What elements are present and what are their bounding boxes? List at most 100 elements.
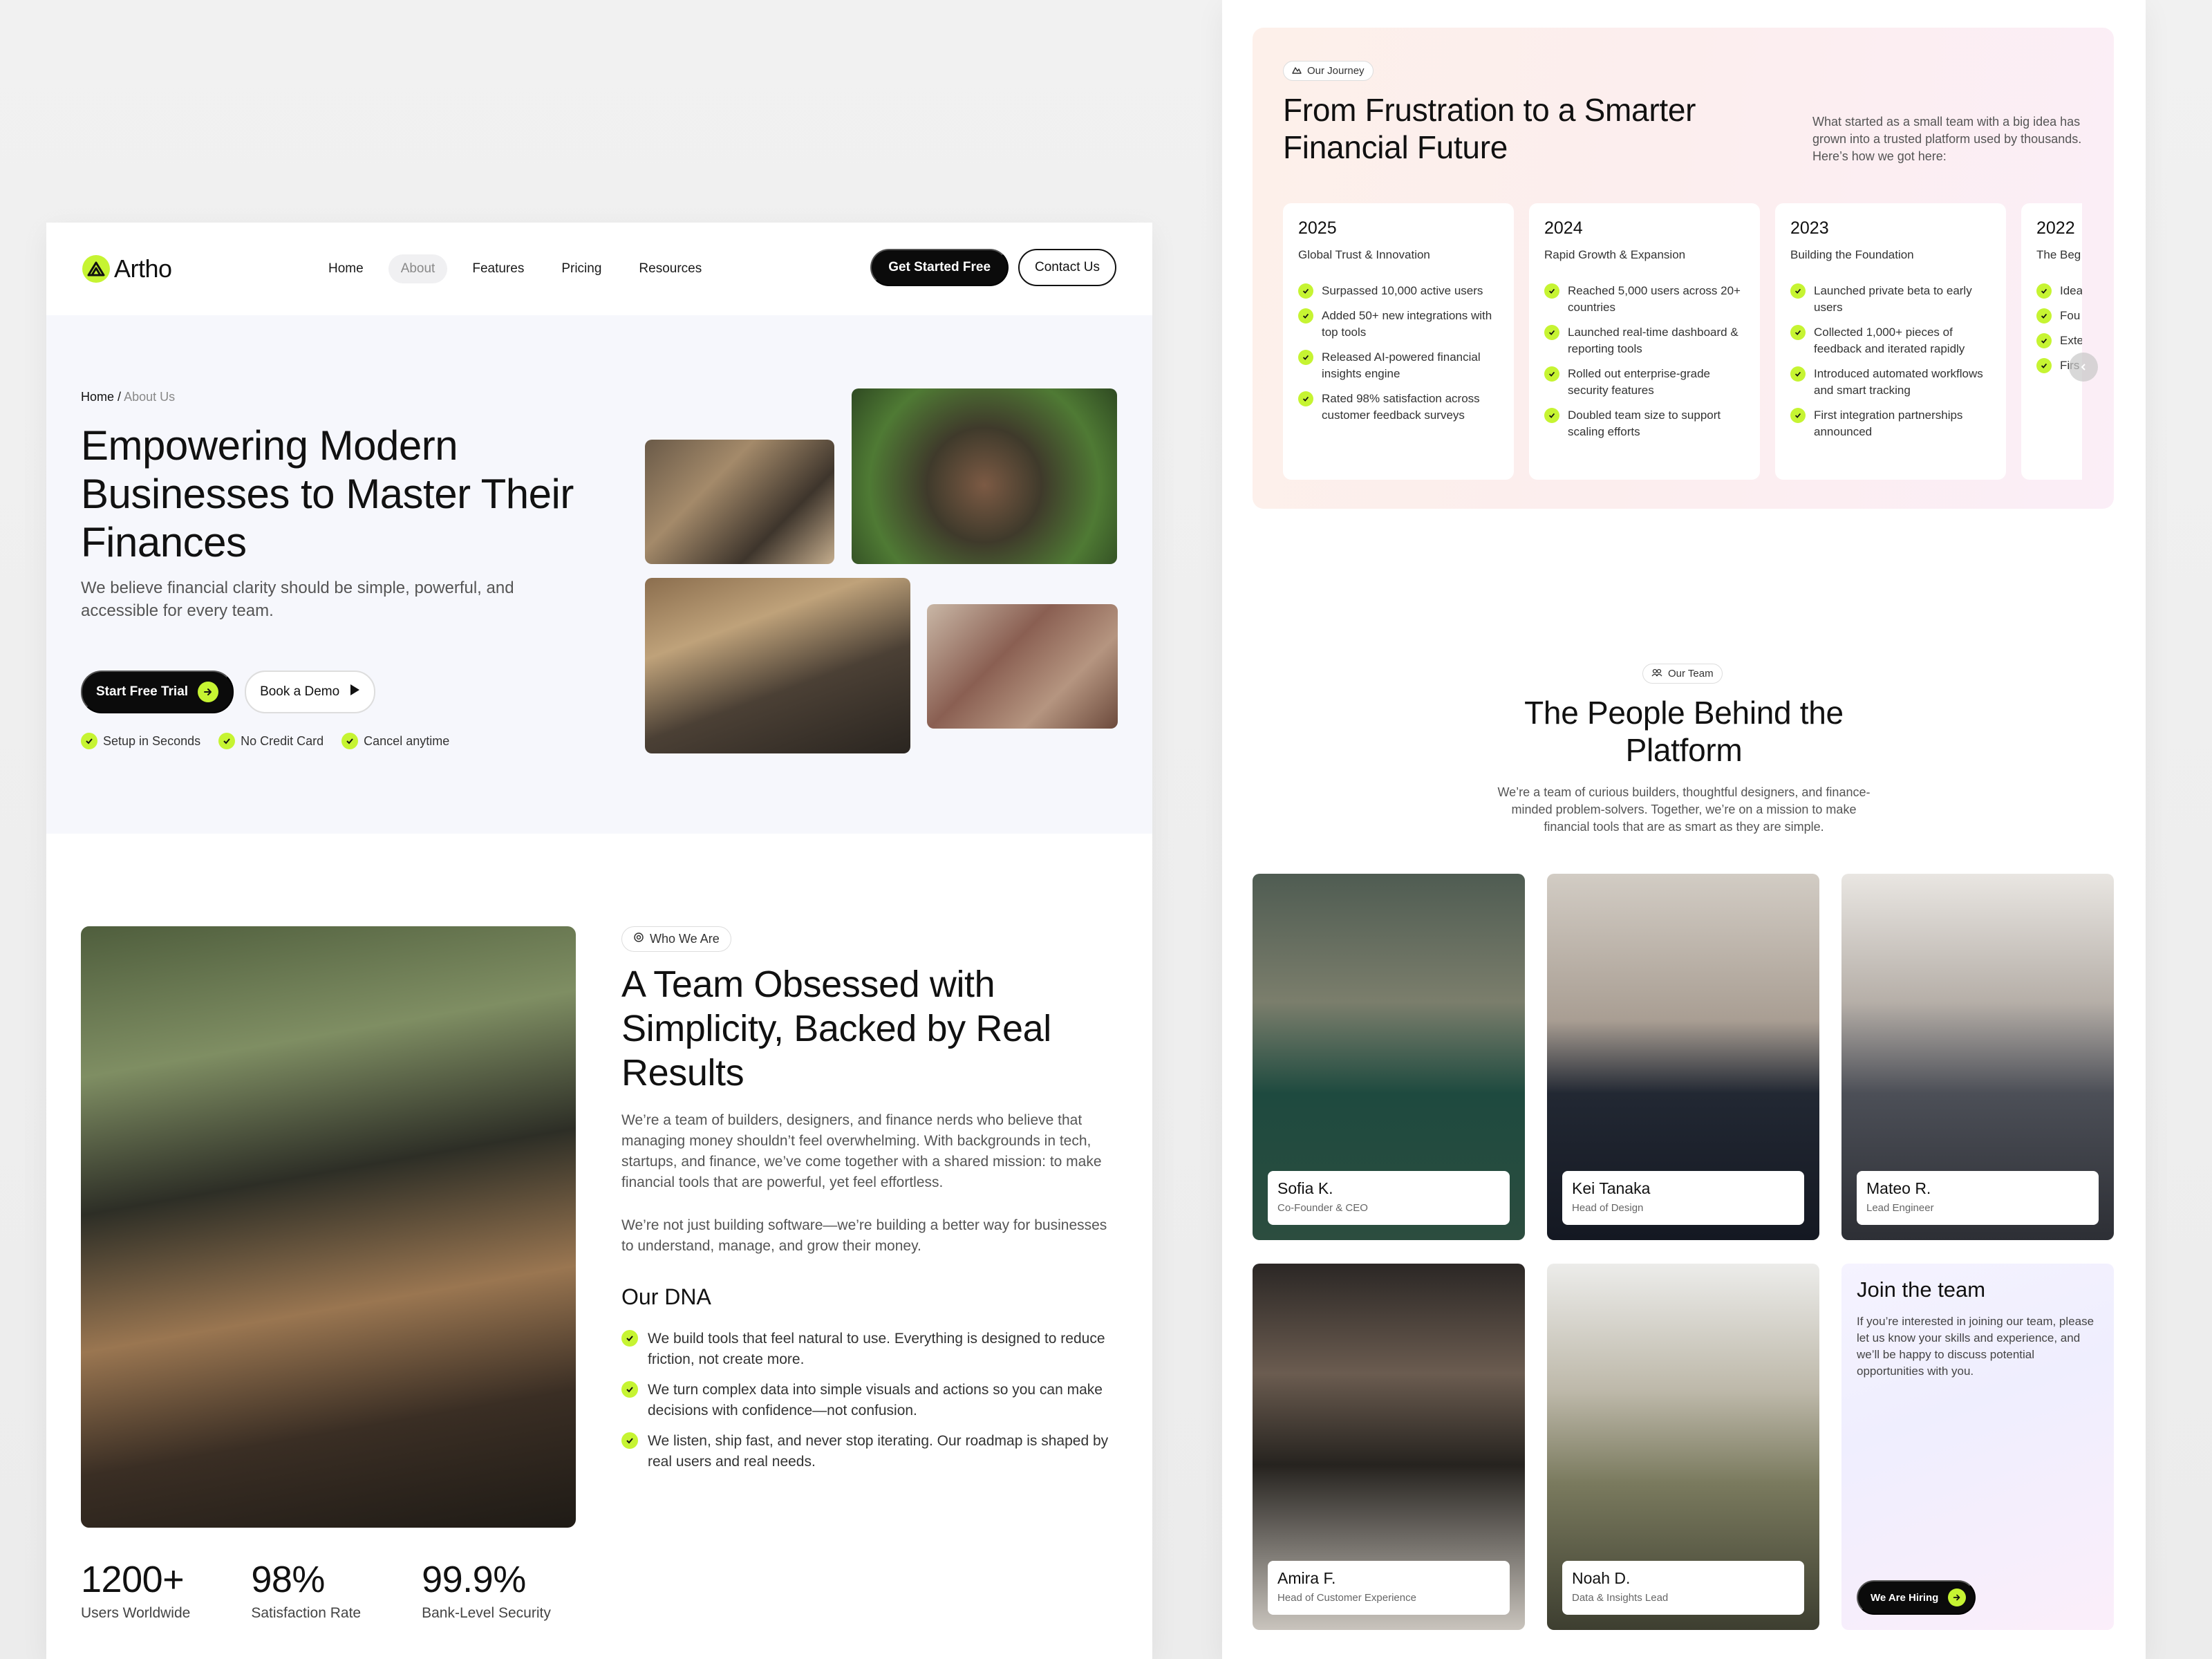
timeline-theme: Building the Foundation — [1790, 248, 1914, 261]
hero-photo-group-discussion — [927, 604, 1118, 729]
logo[interactable]: Artho — [82, 254, 172, 283]
journey-title: From Frustration to a Smarter Financial … — [1283, 92, 1696, 165]
nav-link-features[interactable]: Features — [460, 254, 536, 283]
contact-us-button[interactable]: Contact Us — [1018, 249, 1116, 286]
timeline-theme: The Beg — [2036, 248, 2081, 261]
team-card-sofia[interactable]: Sofia K. Co-Founder & CEO — [1253, 874, 1525, 1240]
who-title: A Team Obsessed with Simplicity, Backed … — [621, 964, 1051, 1094]
hero-photo-office-meeting — [645, 578, 910, 753]
dna-item: We listen, ship fast, and never stop ite… — [621, 1431, 1112, 1472]
timeline-item: Launched private beta to early users — [1790, 283, 1991, 316]
stats-row: 1200+ Users Worldwide 98% Satisfaction R… — [81, 1558, 551, 1622]
hero-checklist: Setup in Seconds No Credit Card Cancel a… — [81, 733, 449, 749]
nav-link-home[interactable]: Home — [316, 254, 376, 283]
nav-actions: Get Started Free Contact Us — [870, 249, 1116, 286]
team-member-role: Head of Design — [1572, 1202, 1644, 1214]
timeline-item: Launched real-time dashboard & reporting… — [1544, 324, 1745, 357]
check-icon — [1790, 366, 1806, 382]
timeline-item-text: Rolled out enterprise-grade security fea… — [1568, 367, 1711, 397]
stat-security: 99.9% Bank-Level Security — [422, 1558, 551, 1622]
timeline-theme: Global Trust & Innovation — [1298, 248, 1430, 261]
timeline-year: 2025 — [1298, 218, 1337, 238]
breadcrumb: Home / About Us — [81, 390, 175, 404]
nav-link-resources[interactable]: Resources — [626, 254, 714, 283]
timeline-item-text: Exte inte — [2060, 334, 2082, 347]
timeline-item: Exte inte — [2036, 332, 2082, 349]
arrow-right-icon — [1948, 1588, 1967, 1606]
journey-pill-label: Our Journey — [1307, 65, 1365, 77]
hero-check-label: Cancel anytime — [364, 733, 450, 748]
timeline-item-text: Introduced automated workflows and smart… — [1814, 367, 1983, 397]
timeline-item-text: Reached 5,000 users across 20+ countries — [1568, 284, 1741, 314]
check-icon — [621, 1381, 638, 1398]
breadcrumb-current: About Us — [124, 390, 176, 404]
dna-item-text: We listen, ship fast, and never stop ite… — [648, 1433, 1109, 1470]
timeline-year: 2023 — [1790, 218, 1829, 238]
team-pill-label: Our Team — [1668, 668, 1714, 679]
check-icon — [1298, 283, 1313, 299]
team-card-label: Sofia K. Co-Founder & CEO — [1268, 1171, 1510, 1225]
check-icon — [2036, 358, 2052, 373]
team-member-role: Lead Engineer — [1866, 1202, 1934, 1214]
target-icon — [633, 932, 644, 946]
carousel-scroll-handle-icon[interactable] — [2069, 353, 2098, 382]
timeline-carousel[interactable]: 2025 Global Trust & Innovation Surpassed… — [1283, 203, 2082, 480]
stat-value: 99.9% — [422, 1559, 526, 1600]
start-free-trial-button[interactable]: Start Free Trial — [81, 671, 234, 713]
team-card-amira[interactable]: Amira F. Head of Customer Experience — [1253, 1264, 1525, 1630]
get-started-button[interactable]: Get Started Free — [870, 249, 1009, 286]
start-free-trial-label: Start Free Trial — [96, 684, 189, 699]
check-icon — [1544, 366, 1559, 382]
who-paragraph-1: We’re a team of builders, designers, and… — [621, 1112, 1102, 1190]
hero-photo-team-laptop — [645, 440, 834, 564]
hero-title: Empowering Modern Businesses to Master T… — [81, 422, 574, 565]
join-team-title: Join the team — [1857, 1277, 1986, 1302]
timeline-item: Fou proc exp — [2036, 308, 2082, 324]
we-are-hiring-button[interactable]: We Are Hiring — [1857, 1580, 1976, 1615]
timeline-item: Idea frus — [2036, 283, 2082, 299]
stat-label: Bank-Level Security — [422, 1605, 551, 1621]
hero-cta-group: Start Free Trial Book a Demo — [81, 671, 376, 713]
check-icon — [218, 733, 236, 749]
breadcrumb-separator: / — [118, 390, 122, 404]
check-icon — [1544, 283, 1559, 299]
timeline-list: Surpassed 10,000 active users Added 50+ … — [1298, 283, 1499, 424]
play-icon — [349, 684, 360, 700]
check-icon — [1790, 283, 1806, 299]
timeline-item: Introduced automated workflows and smart… — [1790, 366, 1991, 399]
check-icon — [1298, 350, 1313, 365]
join-team-card: Join the team If you’re interested in jo… — [1841, 1264, 2114, 1630]
hero-check-label: No Credit Card — [241, 733, 324, 748]
timeline-card-2022: 2022 The Beg Idea frus Fou proc exp Exte… — [2021, 203, 2082, 480]
team-card-kei[interactable]: Kei Tanaka Head of Design — [1547, 874, 1819, 1240]
team-pill: Our Team — [1642, 664, 1723, 684]
timeline-item-text: Added 50+ new integrations with top tool… — [1322, 309, 1492, 339]
breadcrumb-home[interactable]: Home — [81, 390, 114, 404]
about-page-left: Artho Home About Features Pricing Resour… — [46, 223, 1152, 1659]
timeline-theme: Rapid Growth & Expansion — [1544, 248, 1686, 261]
team-card-noah[interactable]: Noah D. Data & Insights Lead — [1547, 1264, 1819, 1630]
nav-link-about[interactable]: About — [388, 254, 448, 283]
nav-link-pricing[interactable]: Pricing — [549, 254, 614, 283]
dna-item-text: We build tools that feel natural to use.… — [648, 1331, 1105, 1367]
hero-check-label: Setup in Seconds — [103, 733, 201, 748]
dna-title: Our DNA — [621, 1284, 711, 1309]
check-icon — [341, 733, 359, 749]
timeline-item-text: Fou proc exp — [2060, 309, 2082, 322]
join-team-text: If you’re interested in joining our team… — [1857, 1315, 2094, 1378]
timeline-item: Added 50+ new integrations with top tool… — [1298, 308, 1499, 341]
check-icon — [1298, 391, 1313, 406]
team-card-label: Noah D. Data & Insights Lead — [1562, 1561, 1804, 1615]
timeline-item-text: Rated 98% satisfaction across customer f… — [1322, 392, 1480, 422]
timeline-item-text: Collected 1,000+ pieces of feedback and … — [1814, 326, 1965, 355]
hero-check-item: No Credit Card — [218, 733, 324, 749]
logo-mark-icon — [82, 255, 110, 283]
nav-links: Home About Features Pricing Resources — [316, 223, 714, 315]
dna-item: We build tools that feel natural to use.… — [621, 1329, 1112, 1370]
team-card-mateo[interactable]: Mateo R. Lead Engineer — [1841, 874, 2114, 1240]
team-card-label: Mateo R. Lead Engineer — [1857, 1171, 2099, 1225]
check-icon — [1544, 408, 1559, 423]
book-demo-button[interactable]: Book a Demo — [245, 671, 376, 713]
timeline-item: Collected 1,000+ pieces of feedback and … — [1790, 324, 1991, 357]
hero-subtitle: We believe financial clarity should be s… — [81, 579, 514, 620]
